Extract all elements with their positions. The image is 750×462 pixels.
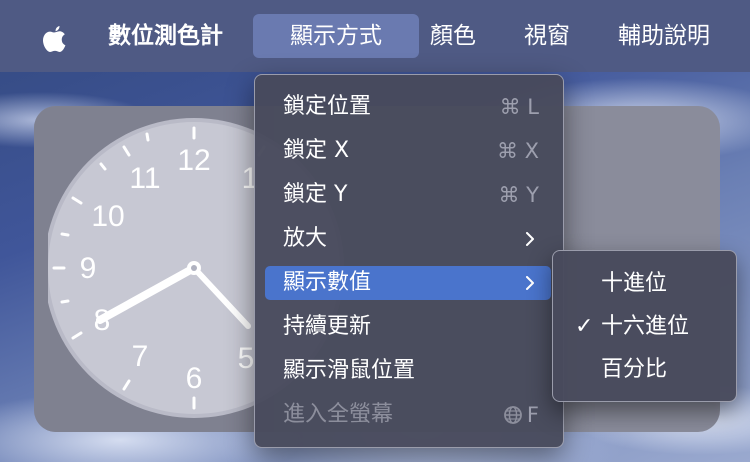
menu-item-label: 鎖定 X: [283, 138, 350, 163]
submenu-item-decimal[interactable]: 十進位: [563, 267, 726, 301]
checkmark-icon: ✓: [575, 314, 594, 339]
menu-item-magnify[interactable]: 放大: [265, 222, 551, 256]
clock-numeral-9: 9: [80, 252, 97, 285]
view-menu-dropdown: 鎖定位置 ⌘ L 鎖定 X ⌘ X 鎖定 Y ⌘ Y 放大 顯示數值 持續更新 …: [254, 74, 564, 448]
menu-bar: 數位測色計 顯示方式 顏色 視窗 輔助說明: [0, 0, 750, 72]
menu-item-label: 持續更新: [283, 314, 372, 339]
menu-item-show-mouse-location[interactable]: 顯示滑鼠位置: [265, 354, 551, 388]
apple-logo-icon[interactable]: [38, 24, 70, 54]
submenu-item-percentage[interactable]: 百分比: [563, 353, 726, 387]
menu-item-lock-x[interactable]: 鎖定 X ⌘ X: [265, 134, 551, 168]
menu-item-shortcut: ⌘ Y: [498, 183, 539, 207]
submenu-item-label: 十進位: [601, 271, 668, 296]
menu-item-label: 放大: [283, 226, 328, 251]
clock-numeral-7: 7: [132, 340, 149, 373]
clock-numeral-11: 11: [129, 162, 160, 195]
menu-item-shortcut: ⌘ L: [499, 95, 539, 119]
menu-item-label: 鎖定位置: [283, 94, 372, 119]
menu-item-label: 顯示滑鼠位置: [283, 358, 416, 383]
menu-item-label: 鎖定 Y: [283, 182, 348, 207]
chevron-right-icon: [526, 276, 534, 290]
menu-item-continuous-update[interactable]: 持續更新: [265, 310, 551, 344]
menu-window[interactable]: 視窗: [524, 14, 570, 58]
menu-item-shortcut: ⌘ X: [496, 139, 539, 163]
menu-color[interactable]: 顏色: [430, 14, 476, 58]
clock-numeral-6: 6: [186, 362, 203, 395]
menu-app-name[interactable]: 數位測色計: [108, 14, 223, 58]
menu-item-lock-y[interactable]: 鎖定 Y ⌘ Y: [265, 178, 551, 212]
menu-item-label: 顯示數值: [283, 270, 372, 295]
submenu-item-label: 十六進位: [601, 314, 690, 339]
menu-view[interactable]: 顯示方式: [253, 14, 419, 58]
display-values-submenu: 十進位 ✓ 十六進位 百分比: [552, 250, 737, 402]
globe-icon: [504, 406, 522, 424]
menu-item-display-values[interactable]: 顯示數值: [265, 266, 551, 300]
menu-help[interactable]: 輔助說明: [618, 14, 710, 58]
menu-item-lock-position[interactable]: 鎖定位置 ⌘ L: [265, 90, 551, 124]
clock-numeral-12: 12: [177, 144, 210, 177]
menu-item-shortcut: F: [526, 403, 539, 427]
menu-item-enter-full-screen: 進入全螢幕 F: [265, 398, 551, 432]
clock-numeral-5: 5: [238, 342, 255, 375]
submenu-item-label: 百分比: [601, 357, 668, 382]
chevron-right-icon: [526, 232, 534, 246]
submenu-item-hexadecimal[interactable]: ✓ 十六進位: [563, 310, 726, 344]
clock-numeral-10: 10: [91, 200, 124, 233]
menu-item-label: 進入全螢幕: [283, 402, 394, 427]
